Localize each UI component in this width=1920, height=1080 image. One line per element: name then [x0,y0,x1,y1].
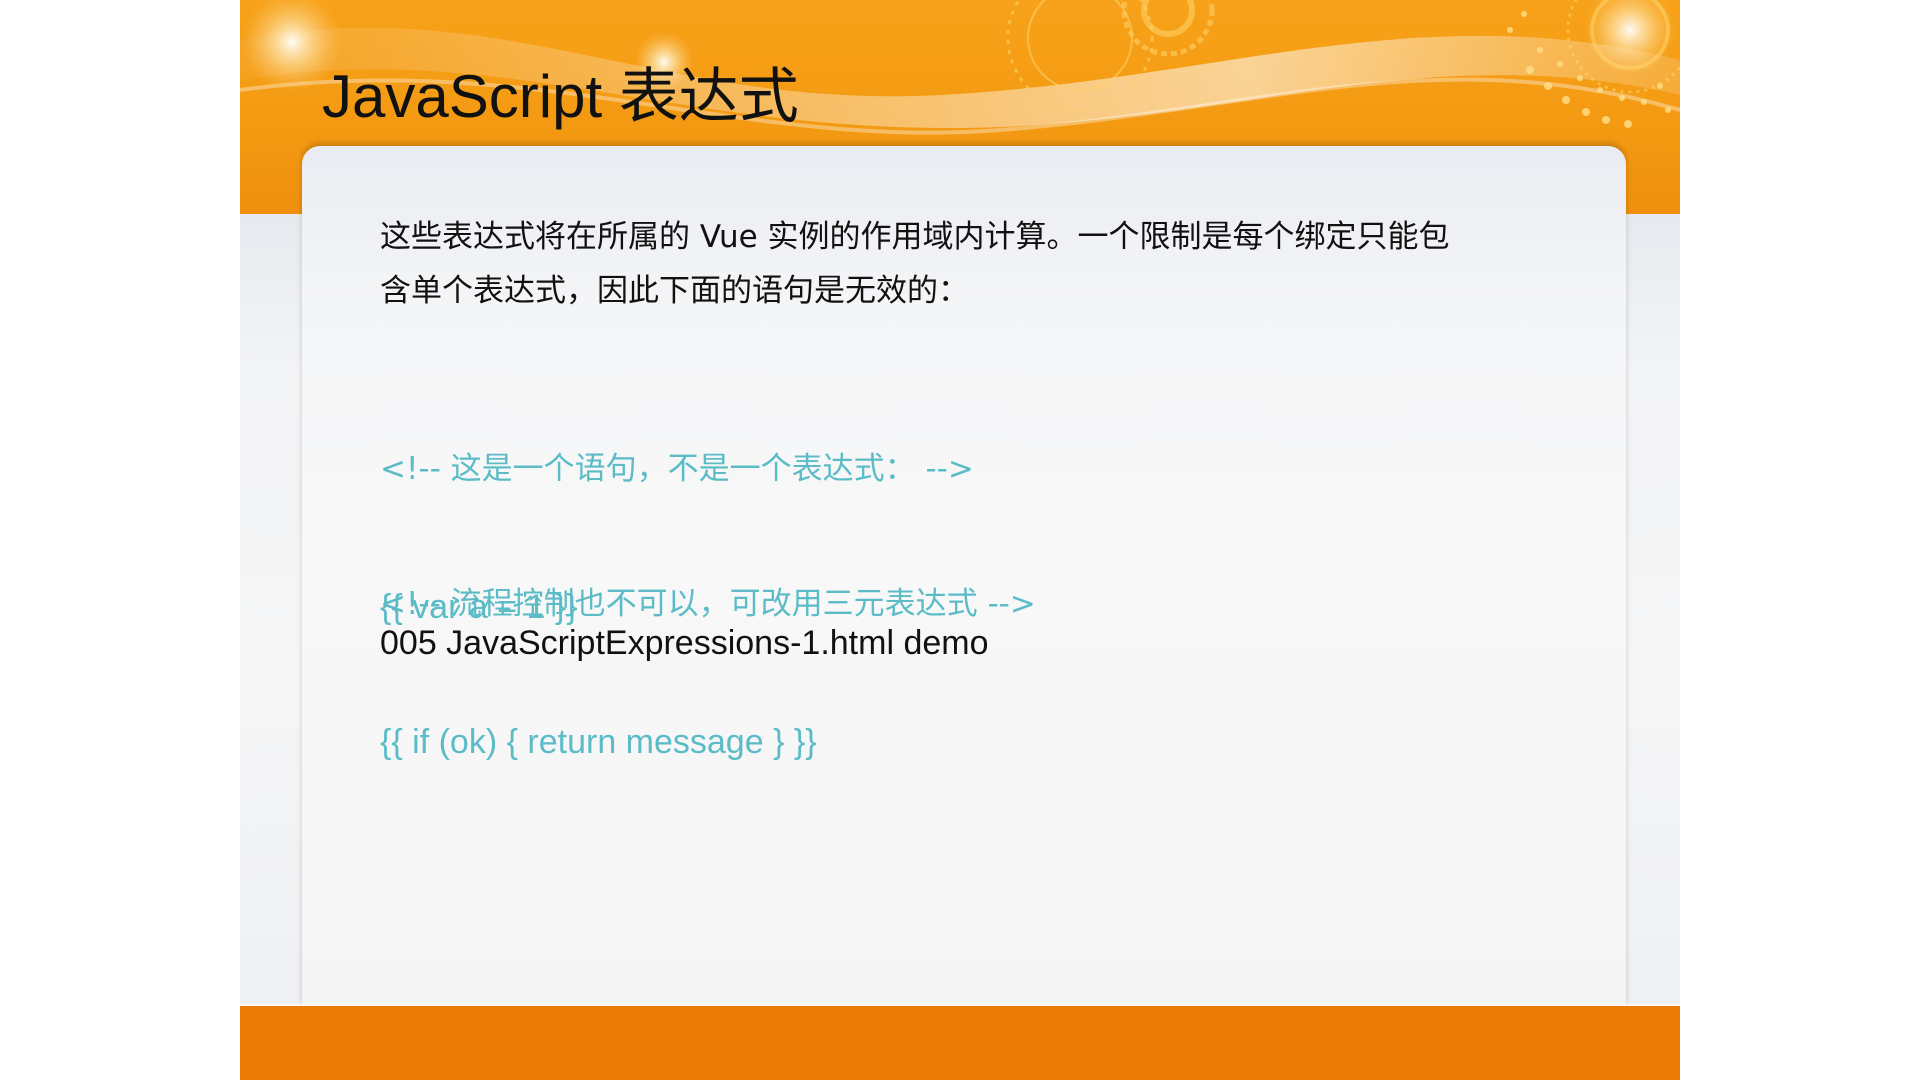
code-comment: <!-- 这是一个语句，不是一个表达式： --> [380,451,974,487]
slide: JavaScript 表达式 这些表达式将在所属的 Vue 实例的作用域内计算。… [240,0,1680,1080]
code-example-flow-control: <!-- 流程控制也不可以，可改用三元表达式 --> {{ if (ok) { … [380,489,1036,857]
body-paragraph: 这些表达式将在所属的 Vue 实例的作用域内计算。一个限制是每个绑定只能包含单个… [380,219,1450,309]
footer-band [240,1006,1680,1080]
code-line: {{ if (ok) { return message } }} [380,723,817,761]
slide-title: JavaScript 表达式 [322,63,799,130]
demo-file-note: 005 JavaScriptExpressions-1.html demo [380,624,989,662]
side-panel-left [240,214,302,1004]
side-panel-right [1618,214,1680,1004]
